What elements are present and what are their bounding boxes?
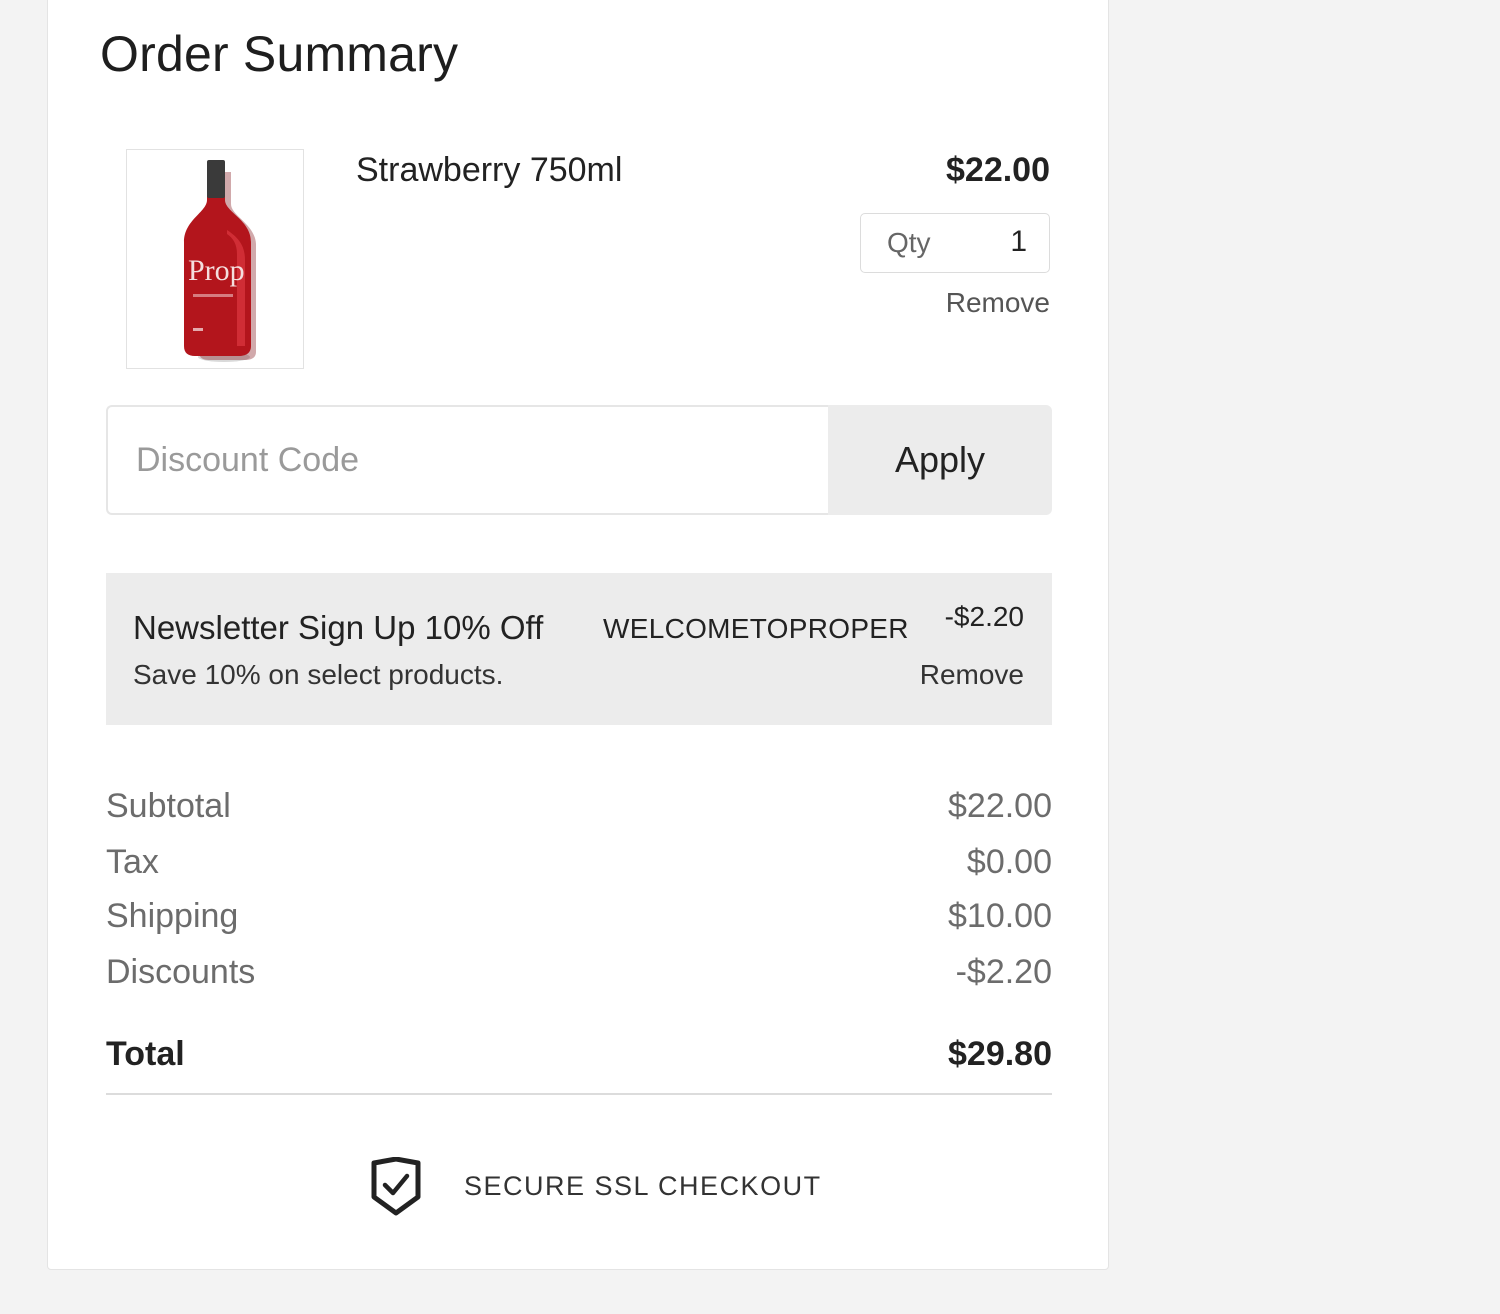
tax-row: Tax $0.00: [106, 843, 1052, 883]
discount-code-row: Apply: [106, 405, 1052, 515]
discounts-value: -$2.20: [955, 953, 1052, 991]
quantity-label: Qty: [887, 227, 931, 258]
product-name: Strawberry 750ml: [356, 151, 623, 189]
quantity-value[interactable]: 1: [1010, 225, 1027, 259]
wine-bottle-icon: Prop: [184, 160, 256, 362]
tax-value: $0.00: [966, 843, 1052, 881]
apply-discount-button[interactable]: Apply: [828, 405, 1052, 515]
shield-check-icon: [371, 1157, 421, 1216]
promo-amount: -$2.20: [944, 601, 1024, 632]
applied-promo-panel: Newsletter Sign Up 10% Off WELCOMETOPROP…: [106, 573, 1052, 725]
promo-name: Newsletter Sign Up 10% Off: [133, 609, 544, 646]
shipping-label: Shipping: [106, 897, 239, 935]
shipping-row: Shipping $10.00: [106, 897, 1052, 937]
promo-description: Save 10% on select products.: [133, 659, 504, 690]
product-price: $22.00: [946, 151, 1050, 189]
promo-code: WELCOMETOPROPER: [603, 613, 909, 644]
tax-label: Tax: [106, 843, 159, 881]
discounts-row: Discounts -$2.20: [106, 953, 1052, 993]
product-image[interactable]: Prop: [126, 149, 304, 369]
discounts-label: Discounts: [106, 953, 256, 991]
subtotal-label: Subtotal: [106, 787, 231, 825]
order-summary-title: Order Summary: [100, 26, 459, 82]
total-value: $29.80: [948, 1035, 1052, 1073]
order-summary-card: Order Summary Prop Strawberry 750ml $22.…: [47, 0, 1109, 1270]
shipping-value: $10.00: [948, 897, 1052, 935]
remove-promo-link[interactable]: Remove: [920, 659, 1024, 691]
subtotal-row: Subtotal $22.00: [106, 787, 1052, 827]
discount-code-input[interactable]: [106, 405, 830, 515]
remove-item-link[interactable]: Remove: [946, 287, 1050, 319]
total-row: Total $29.80: [106, 1035, 1052, 1095]
total-label: Total: [106, 1035, 185, 1073]
subtotal-value: $22.00: [948, 787, 1052, 825]
quantity-field[interactable]: Qty 1: [860, 213, 1050, 273]
bottle-label-text: Prop: [188, 254, 245, 287]
secure-checkout-label: SECURE SSL CHECKOUT: [464, 1171, 822, 1201]
